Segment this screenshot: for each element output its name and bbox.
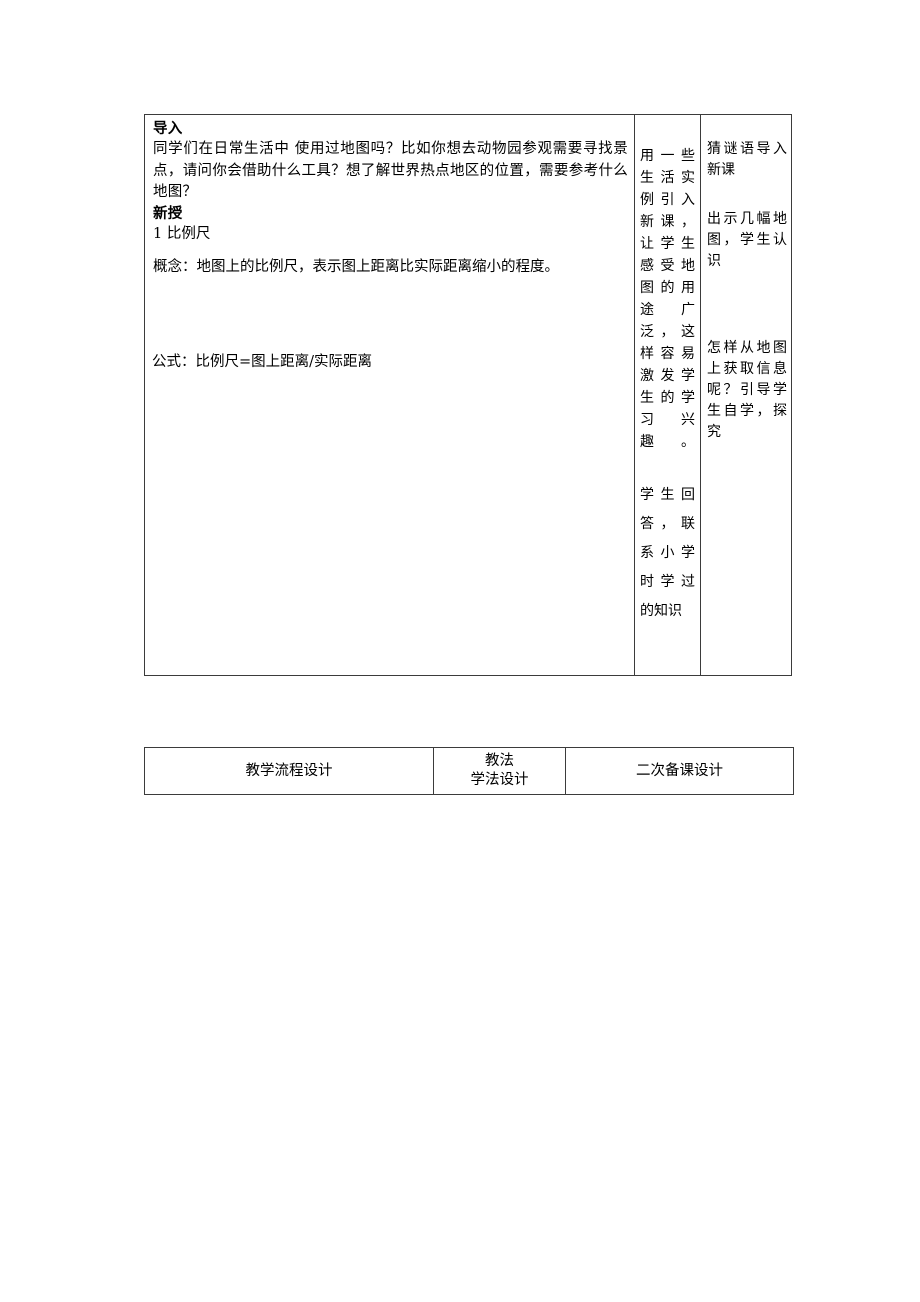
- header-method-design: 教法 学法设计: [433, 747, 566, 795]
- second-prep-paragraph-2: 出示几幅地图，学生认识: [707, 211, 787, 269]
- header-method-line1: 教法: [485, 753, 514, 769]
- intro-paragraph: 同学们在日常生活中 使用过地图吗？比如你想去动物园参观需要寻找景点，请问你会借助…: [153, 141, 628, 200]
- table-row: 导入 同学们在日常生活中 使用过地图吗？比如你想去动物园参观需要寻找景点，请问你…: [144, 114, 792, 676]
- column-header-table: 教学流程设计 教法 学法设计 二次备课设计: [144, 747, 794, 795]
- method-design-content: 用一些生活实例引入新课，让学生感受地图的用途广泛，这样容易激发学生的学习兴趣。 …: [635, 115, 700, 630]
- formula-paragraph: 公式：比例尺=图上距离/实际距离: [152, 354, 373, 370]
- second-prep-paragraph-1: 猜谜语导入新课: [707, 141, 787, 178]
- document-page: 导入 同学们在日常生活中 使用过地图吗？比如你想去动物园参观需要寻找景点，请问你…: [0, 0, 920, 1302]
- table-row: 教学流程设计 教法 学法设计 二次备课设计: [144, 747, 794, 795]
- header-second-prep: 二次备课设计: [565, 747, 794, 795]
- heading-new-lesson: 新授: [153, 204, 183, 222]
- second-prep-content: 猜谜语导入新课 出示几幅地图，学生认识 怎样从地图上获取信息呢？引导学生自学，探…: [701, 115, 791, 447]
- teaching-flow-content: 导入 同学们在日常生活中 使用过地图吗？比如你想去动物园参观需要寻找景点，请问你…: [145, 115, 634, 281]
- header-teaching-flow: 教学流程设计: [144, 747, 434, 795]
- teaching-flow-cell: 导入 同学们在日常生活中 使用过地图吗？比如你想去动物园参观需要寻找景点，请问你…: [144, 114, 635, 676]
- method-paragraph-2: 学生回答，联系小学时学过的知识: [640, 487, 695, 619]
- method-paragraph-1: 用一些生活实例引入新课，让学生感受地图的用途广泛，这样容易激发学生的学习兴趣。: [640, 148, 695, 450]
- second-prep-paragraph-3: 怎样从地图上获取信息呢？引导学生自学，探究: [707, 340, 787, 440]
- concept-paragraph: 概念：地图上的比例尺，表示图上距离比实际距离缩小的程度。: [153, 258, 559, 275]
- lesson-plan-table: 导入 同学们在日常生活中 使用过地图吗？比如你想去动物园参观需要寻找景点，请问你…: [144, 114, 792, 676]
- heading-intro: 导入: [153, 120, 183, 137]
- method-design-cell: 用一些生活实例引入新课，让学生感受地图的用途广泛，这样容易激发学生的学习兴趣。 …: [634, 114, 701, 676]
- second-prep-cell: 猜谜语导入新课 出示几幅地图，学生认识 怎样从地图上获取信息呢？引导学生自学，探…: [700, 114, 792, 676]
- header-method-line2: 学法设计: [470, 772, 529, 788]
- list-item-scale: 1 比例尺: [153, 225, 211, 242]
